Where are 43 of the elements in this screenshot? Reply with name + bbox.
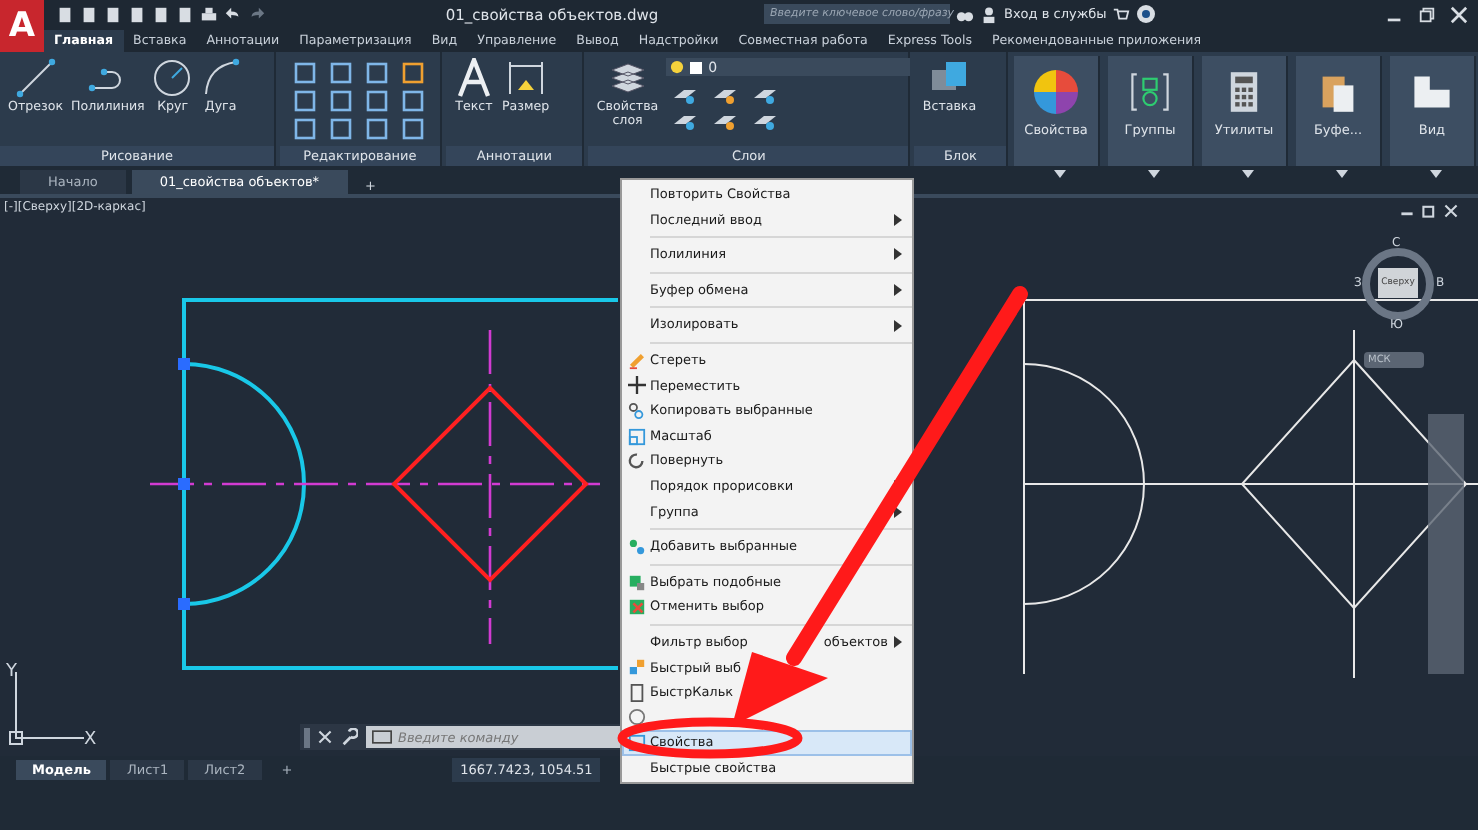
layers-icon [607, 58, 648, 98]
wrench-icon[interactable] [340, 728, 358, 746]
calculator-icon [627, 683, 645, 702]
close-icon[interactable] [1450, 5, 1468, 23]
rotate-icon [627, 452, 645, 471]
caret-icon [1242, 170, 1255, 178]
dimension-icon [505, 58, 546, 98]
close-icon[interactable] [318, 730, 332, 744]
caret-icon [1429, 170, 1442, 178]
scale-icon [627, 427, 645, 446]
add-icon [627, 537, 645, 556]
circle-icon [627, 708, 645, 727]
help-icon[interactable] [1136, 4, 1157, 24]
restore-icon[interactable] [1422, 204, 1436, 218]
terminal-icon [372, 730, 392, 744]
y-axis-label: Y [6, 662, 17, 682]
close-icon[interactable] [1444, 204, 1458, 218]
redo-icon[interactable] [248, 5, 266, 23]
move-icon [627, 376, 645, 395]
group-icon [1128, 70, 1173, 114]
lightbulb-icon [670, 60, 685, 74]
caret-icon [1148, 170, 1161, 178]
quick-select-icon [627, 658, 645, 677]
eraser-icon [627, 351, 645, 370]
grip-handle[interactable] [304, 727, 310, 747]
line-icon [15, 58, 56, 98]
cart-icon[interactable] [1112, 5, 1131, 23]
select-icon [627, 573, 645, 592]
restore-icon[interactable] [1418, 5, 1436, 23]
caret-icon [1054, 170, 1067, 178]
arc-icon [200, 58, 241, 98]
caret-icon [1336, 170, 1348, 178]
user-icon[interactable] [980, 5, 998, 23]
new-icon[interactable] [56, 5, 74, 23]
circle-icon [152, 58, 193, 98]
color-wheel-icon [1034, 70, 1079, 114]
copy-icon [627, 401, 645, 420]
undo-icon[interactable] [224, 5, 242, 23]
x-axis-label: X [84, 730, 97, 750]
deselect-icon [627, 598, 645, 617]
application-button[interactable]: A [0, 0, 44, 52]
letter-icon [453, 58, 494, 98]
print-icon[interactable] [200, 5, 218, 23]
